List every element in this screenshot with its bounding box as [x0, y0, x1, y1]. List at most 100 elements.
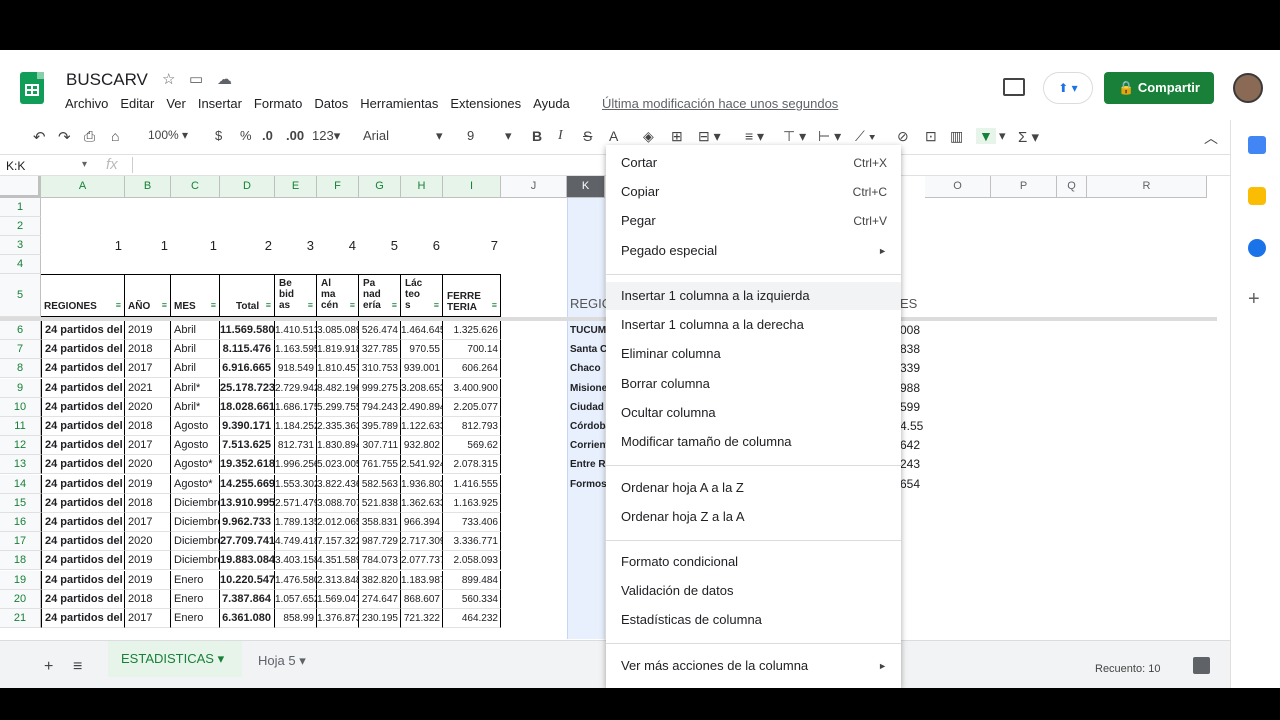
share-button[interactable]: 🔒 Compartir — [1104, 72, 1214, 104]
table-cell[interactable]: 24 partidos del GBA — [41, 609, 125, 628]
row-header[interactable]: 11 — [0, 417, 41, 436]
menu-item-copy[interactable]: Copiar Ctrl+C — [606, 178, 901, 206]
bold-button[interactable]: B — [532, 128, 542, 144]
keep-icon[interactable] — [1248, 187, 1266, 205]
table-cell[interactable]: 868.607 — [401, 589, 443, 609]
menu-extensiones[interactable]: Extensiones — [450, 96, 521, 111]
row3-number[interactable]: 2 — [220, 236, 275, 255]
menu-item-resize-column[interactable]: Modificar tamaño de columna — [606, 428, 901, 456]
strikethrough-button[interactable]: S — [583, 128, 592, 144]
table-cell[interactable]: 2019 — [125, 551, 171, 571]
vertical-align-icon[interactable]: ⊤ ▾ — [783, 128, 806, 145]
text-color-button[interactable]: A — [609, 128, 618, 144]
table-cell[interactable]: 230.195 — [359, 609, 401, 628]
table-cell[interactable]: 761.755 — [359, 455, 401, 475]
add-sheet-icon[interactable]: + — [44, 658, 53, 676]
row-header[interactable]: 7 — [0, 340, 41, 360]
table-cell[interactable]: 899.484 — [443, 570, 501, 590]
table-cell[interactable]: 2.541.924 — [401, 455, 443, 475]
undo-icon[interactable]: ↶ — [33, 128, 46, 146]
table-cell[interactable]: 464.232 — [443, 609, 501, 628]
table-cell[interactable]: 1.810.457 — [317, 359, 359, 379]
menu-formato[interactable]: Formato — [254, 96, 302, 111]
table-cell[interactable]: 2.490.894 — [401, 397, 443, 417]
table-cell[interactable]: 700.14 — [443, 340, 501, 360]
table-cell[interactable]: Abril* — [171, 397, 220, 417]
table-cell[interactable]: 3.403.158 — [275, 551, 317, 571]
column-k-cell[interactable]: Chaco — [570, 359, 606, 378]
document-title[interactable]: BUSCARV — [66, 70, 148, 90]
table-cell[interactable]: 19.352.618 — [220, 455, 275, 475]
table-cell[interactable]: 2019 — [125, 474, 171, 494]
header-cell[interactable]: MES ≡ — [171, 274, 220, 317]
column-k-cell[interactable]: Formosa — [570, 475, 606, 494]
table-cell[interactable]: 733.406 — [443, 513, 501, 532]
table-cell[interactable]: 966.394 — [401, 513, 443, 532]
menu-item-column-stats[interactable]: Estadísticas de columna — [606, 606, 901, 634]
table-cell[interactable]: 2019 — [125, 570, 171, 590]
rotate-icon[interactable]: ⟋ ▾ — [855, 128, 876, 145]
menu-archivo[interactable]: Archivo — [65, 96, 108, 111]
table-cell[interactable]: 2018 — [125, 493, 171, 513]
menu-editar[interactable]: Editar — [120, 96, 154, 111]
row3-number[interactable]: 4 — [317, 236, 359, 255]
table-cell[interactable]: 2018 — [125, 589, 171, 609]
column-k-header-partial[interactable]: REGIO — [570, 294, 606, 313]
header-cell[interactable]: REGIONES ≡ — [41, 274, 125, 317]
increase-decimal-button[interactable]: .00 — [286, 128, 304, 143]
table-cell[interactable]: Enero — [171, 609, 220, 628]
row-header[interactable]: 10 — [0, 397, 41, 417]
merge-icon[interactable]: ⊟ ▾ — [698, 128, 721, 145]
header-cell[interactable]: AÑO ≡ — [125, 274, 171, 317]
table-cell[interactable]: 2019 — [125, 321, 171, 340]
table-cell[interactable]: 2017 — [125, 436, 171, 456]
table-cell[interactable]: 918.549 — [275, 359, 317, 379]
table-cell[interactable]: 310.753 — [359, 359, 401, 379]
table-cell[interactable]: 721.322 — [401, 609, 443, 628]
table-cell[interactable]: 794.243 — [359, 397, 401, 417]
row-header[interactable]: 4 — [0, 255, 41, 274]
filter-icon[interactable]: ≡ — [162, 300, 167, 311]
row-header[interactable]: 17 — [0, 532, 41, 552]
table-cell[interactable]: 1.464.645 — [401, 321, 443, 340]
table-cell[interactable]: 358.831 — [359, 513, 401, 532]
collapse-toolbar-icon[interactable]: ︿ — [1204, 128, 1218, 148]
table-cell[interactable]: 1.476.580 — [275, 570, 317, 590]
column-n-cell[interactable]: 988 — [900, 379, 940, 398]
column-header-p[interactable]: P — [991, 176, 1057, 198]
row3-number[interactable]: 1 — [41, 236, 125, 255]
table-cell[interactable]: 2020 — [125, 532, 171, 552]
menu-item-insert-right[interactable]: Insertar 1 columna a la derecha — [606, 311, 901, 339]
header-cell[interactable]: FERRE TERIA ≡ — [443, 274, 501, 317]
table-cell[interactable]: 8.482.196 — [317, 378, 359, 398]
filter-icon[interactable]: ≡ — [211, 300, 216, 311]
column-header-g[interactable]: G — [359, 176, 401, 198]
borders-icon[interactable]: ⊞ — [671, 128, 683, 145]
select-all-corner[interactable] — [0, 176, 41, 198]
table-cell[interactable]: 987.729 — [359, 532, 401, 552]
table-cell[interactable]: 858.99 — [275, 609, 317, 628]
table-cell[interactable]: 2.077.737 — [401, 551, 443, 571]
table-cell[interactable]: 8.115.476 — [220, 340, 275, 360]
present-button[interactable]: ⬆ ▾ — [1043, 72, 1093, 104]
row-header[interactable]: 19 — [0, 570, 41, 590]
cloud-status-icon[interactable]: ☁ — [217, 70, 232, 88]
column-header-a[interactable]: A — [41, 176, 125, 198]
column-n-cell[interactable]: 4.55 — [900, 417, 940, 436]
menu-item-sort-az[interactable]: Ordenar hoja A a la Z — [606, 474, 901, 502]
column-n-cell[interactable]: 654 — [900, 475, 940, 494]
table-cell[interactable]: 3.085.089 — [317, 321, 359, 340]
row3-number[interactable]: 1 — [171, 236, 220, 255]
column-header-o[interactable]: O — [925, 176, 991, 198]
table-cell[interactable]: 24 partidos del GBA — [41, 474, 125, 494]
table-cell[interactable]: 7.387.864 — [220, 589, 275, 609]
table-cell[interactable]: 3.336.771 — [443, 532, 501, 552]
formula-input[interactable] — [132, 157, 133, 173]
menu-item-clear-column[interactable]: Borrar columna — [606, 370, 901, 398]
row3-number[interactable]: 1 — [125, 236, 171, 255]
table-cell[interactable]: 24 partidos del GBA — [41, 570, 125, 590]
comments-icon[interactable] — [1003, 78, 1025, 96]
table-cell[interactable]: 1.163.595 — [275, 340, 317, 360]
row-header[interactable]: 14 — [0, 474, 41, 494]
column-header-k[interactable]: K — [567, 176, 605, 198]
